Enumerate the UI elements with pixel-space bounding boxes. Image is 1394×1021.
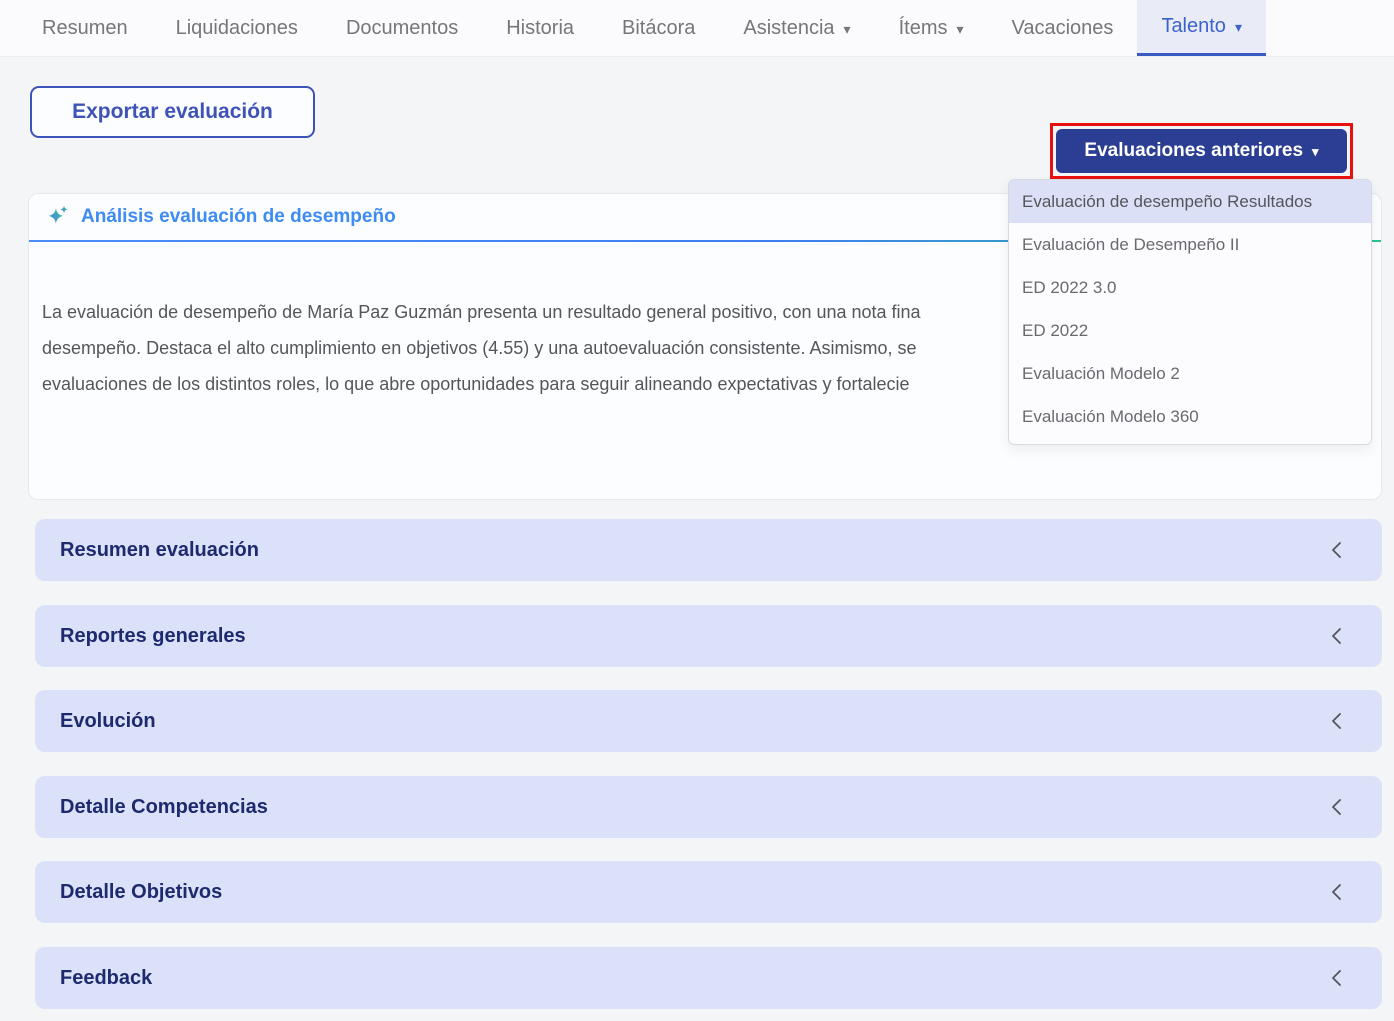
chevron-left-icon: [1332, 542, 1341, 558]
tab-label: Resumen: [42, 16, 128, 39]
section-resumen-evaluacion[interactable]: Resumen evaluación: [35, 519, 1382, 581]
tab-items[interactable]: Ítems ▾: [875, 0, 988, 56]
chevron-down-icon: ▾: [1312, 144, 1319, 159]
tab-label: Ítems: [898, 16, 948, 39]
tab-label: Documentos: [345, 16, 459, 39]
tab-historia[interactable]: Historia: [482, 0, 598, 56]
previous-evaluations-label: Evaluaciones anteriores: [1084, 140, 1304, 161]
section-label: Feedback: [60, 966, 153, 989]
section-detalle-objetivos[interactable]: Detalle Objetivos: [35, 861, 1382, 923]
section-reportes-generales[interactable]: Reportes generales: [35, 605, 1382, 667]
red-highlight-annotation: Evaluaciones anteriores ▾: [1050, 123, 1353, 179]
tab-label: Bitácora: [622, 16, 696, 39]
chevron-left-icon: [1332, 713, 1341, 729]
section-label: Detalle Competencias: [60, 795, 268, 818]
chevron-left-icon: [1332, 628, 1341, 644]
tab-asistencia[interactable]: Asistencia ▾: [719, 0, 874, 56]
chevron-left-icon: [1332, 970, 1341, 986]
export-evaluation-button[interactable]: Exportar evaluación: [30, 86, 315, 138]
section-label: Detalle Objetivos: [60, 880, 223, 903]
section-label: Evolución: [60, 709, 156, 732]
chevron-left-icon: [1332, 799, 1341, 815]
analysis-card-title: Análisis evaluación de desempeño: [81, 206, 396, 227]
dropdown-item-ed-2022-3-0[interactable]: ED 2022 3.0: [1009, 266, 1371, 309]
analysis-line: La evaluación de desempeño de María Paz …: [42, 302, 921, 322]
dropdown-item-evaluacion-modelo-2[interactable]: Evaluación Modelo 2: [1009, 352, 1371, 395]
previous-evaluations-button[interactable]: Evaluaciones anteriores ▾: [1056, 129, 1347, 173]
sparkle-icon: [48, 205, 68, 224]
section-evolucion[interactable]: Evolución: [35, 690, 1382, 752]
tab-label: Talento: [1161, 15, 1226, 37]
chevron-down-icon: ▾: [1234, 19, 1242, 35]
section-feedback[interactable]: Feedback: [35, 947, 1382, 1009]
analysis-line: desempeño. Destaca el alto cumplimiento …: [42, 338, 917, 358]
tab-label: Vacaciones: [1011, 16, 1114, 39]
tab-liquidaciones[interactable]: Liquidaciones: [152, 0, 322, 56]
chevron-down-icon: ▾: [843, 20, 851, 37]
tab-label: Historia: [506, 16, 575, 39]
section-label: Resumen evaluación: [60, 538, 259, 561]
tab-resumen[interactable]: Resumen: [18, 0, 152, 56]
tab-bitacora[interactable]: Bitácora: [598, 0, 719, 56]
analysis-text: La evaluación de desempeño de María Paz …: [42, 294, 921, 402]
dropdown-item-evaluacion-desempeno-resultados[interactable]: Evaluación de desempeño Resultados: [1009, 180, 1371, 223]
dropdown-item-evaluacion-desempeno-ii[interactable]: Evaluación de Desempeño II: [1009, 223, 1371, 266]
top-navigation: Resumen Liquidaciones Documentos Histori…: [0, 0, 1394, 57]
tab-talento[interactable]: Talento ▾: [1137, 0, 1266, 56]
tab-label: Asistencia: [743, 16, 835, 39]
chevron-left-icon: [1332, 884, 1341, 900]
dropdown-item-evaluacion-modelo-360[interactable]: Evaluación Modelo 360: [1009, 395, 1371, 438]
tab-documentos[interactable]: Documentos: [322, 0, 482, 56]
section-detalle-competencias[interactable]: Detalle Competencias: [35, 776, 1382, 838]
dropdown-item-ed-2022[interactable]: ED 2022: [1009, 309, 1371, 352]
chevron-down-icon: ▾: [956, 20, 964, 37]
tab-vacaciones[interactable]: Vacaciones: [988, 0, 1138, 56]
tab-label: Liquidaciones: [175, 16, 298, 39]
previous-evaluations-dropdown: Evaluación de desempeño Resultados Evalu…: [1008, 179, 1372, 445]
analysis-line: evaluaciones de los distintos roles, lo …: [42, 374, 910, 394]
section-label: Reportes generales: [60, 624, 246, 647]
